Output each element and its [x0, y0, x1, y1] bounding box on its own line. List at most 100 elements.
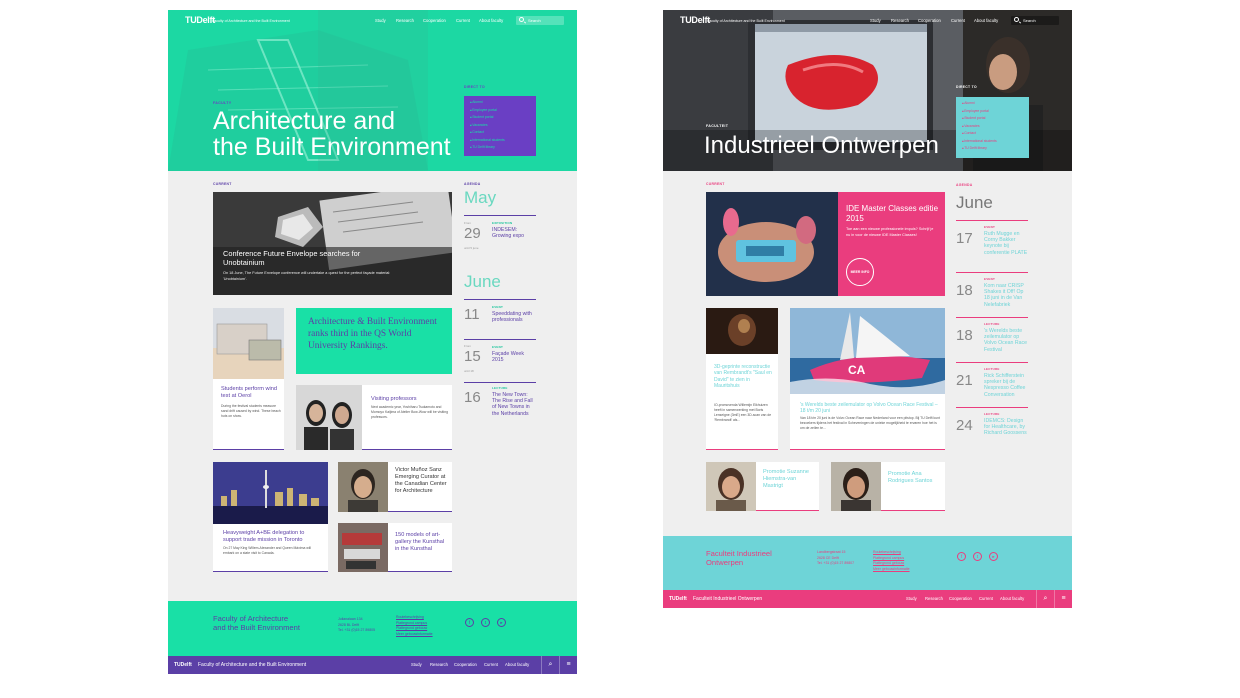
news-title: 150 models of art-gallery the Kunsthal i… — [395, 532, 445, 552]
twitter-icon[interactable]: t — [481, 618, 490, 627]
event-type: EXPOSITION — [492, 221, 513, 225]
search-icon[interactable]: ⌕ — [1036, 590, 1054, 608]
direct-link[interactable]: International students — [962, 139, 1023, 143]
direct-link[interactable]: Employee portal — [962, 109, 1023, 113]
footer-nav-about[interactable]: About faculty — [505, 662, 529, 667]
industrial-design-page: TUDelft Faculty of Architecture and the … — [663, 10, 1072, 608]
footer-nav-study[interactable]: Study — [411, 662, 422, 667]
news-card-toronto[interactable]: Heavyweight A+BE delegation to support t… — [213, 462, 328, 572]
direct-link[interactable]: Alumni — [470, 100, 530, 104]
footer-logo[interactable]: TUDelft — [669, 596, 687, 602]
footer-link[interactable]: Meer gebouwinformatie — [396, 632, 433, 638]
news-card-promotion-2[interactable]: Promotie Ana Rodrigues Santos — [831, 462, 945, 511]
faculty-name: Faculty of Architecture and the Built En… — [707, 19, 785, 23]
more-info-button[interactable]: MEER INFO — [846, 258, 874, 286]
direct-link[interactable]: Employee portal — [470, 108, 530, 112]
direct-link[interactable]: Contact — [962, 131, 1023, 135]
menu-icon[interactable]: ≡ — [1054, 590, 1072, 608]
facebook-icon[interactable]: f — [465, 618, 474, 627]
feature-card[interactable]: IDE Master Classes editie 2015 Toe aan e… — [706, 192, 945, 296]
agenda-event[interactable]: 18 LECTURE 's Werelds beste zeilemulator… — [956, 317, 1028, 360]
nav-cooperation[interactable]: Cooperation — [423, 18, 446, 23]
footer-nav-cooperation[interactable]: Cooperation — [949, 596, 972, 601]
twitter-icon[interactable]: t — [973, 552, 982, 561]
direct-link[interactable]: Student portal — [962, 116, 1023, 120]
ranking-card[interactable]: Architecture & Built Environment ranks t… — [296, 308, 452, 374]
ana-photo — [831, 462, 881, 511]
news-card-wind[interactable]: Students perform wind test at Oerol Duri… — [213, 308, 284, 450]
menu-icon[interactable]: ≡ — [559, 656, 577, 674]
agenda-month-june: June — [464, 272, 501, 291]
search-input[interactable]: Search — [1011, 16, 1059, 25]
event-title: Kom naar CRISP Shakes it Off! Op 18 juni… — [984, 283, 1024, 308]
facebook-icon[interactable]: f — [957, 552, 966, 561]
footer-nav-current[interactable]: Current — [484, 662, 498, 667]
direct-link[interactable]: Contact — [470, 130, 530, 134]
nav-study[interactable]: Study — [870, 18, 881, 23]
direct-link[interactable]: Vacancies — [470, 123, 530, 127]
agenda-event[interactable]: 16 LECTURE The New Town: The Rise and Fa… — [464, 382, 536, 427]
title-line: Architecture and — [213, 107, 396, 135]
agenda-event[interactable]: 24 LECTURE IDEMCS: Design for Healthcare… — [956, 407, 1028, 450]
nav-research[interactable]: Research — [396, 18, 414, 23]
news-card-promotion-1[interactable]: Promotie Suzanne Hiemstra-van Mastrigt — [706, 462, 819, 511]
nav-cooperation[interactable]: Cooperation — [918, 18, 941, 23]
event-type: LECTURE — [984, 412, 1000, 416]
event-title: The New Town: The Rise and Fall of New T… — [492, 392, 533, 417]
footer-nav-current[interactable]: Current — [979, 596, 993, 601]
footer-nav-cooperation[interactable]: Cooperation — [454, 662, 477, 667]
footer-title: Faculteit Industrieel Ontwerpen — [706, 549, 772, 567]
agenda-event[interactable]: From 29 until 5 june EXPOSITION INDESEM:… — [464, 215, 536, 255]
faculty-name: Faculty of Architecture and the Built En… — [212, 19, 290, 23]
nav-study[interactable]: Study — [375, 18, 386, 23]
news-title: Promotie Ana Rodrigues Santos — [888, 471, 933, 484]
hero-banner: TUDelft Faculty of Architecture and the … — [663, 10, 1072, 171]
models-image — [338, 523, 388, 572]
footer-link[interactable]: Meer gebouwinformatie — [873, 567, 910, 573]
youtube-icon[interactable]: ▸ — [497, 618, 506, 627]
news-card-curator[interactable]: Victor Muñoz Sanz Emerging Curator at th… — [338, 462, 452, 512]
event-title: INDESEM: Growing expo — [492, 227, 525, 240]
nav-current[interactable]: Current — [456, 18, 470, 23]
footer-nav-research[interactable]: Research — [430, 662, 448, 667]
tudelft-logo[interactable]: TUDelft — [185, 15, 215, 25]
news-card-models[interactable]: 150 models of art-gallery the Kunsthal i… — [338, 523, 452, 572]
direct-link[interactable]: Vacancies — [962, 124, 1023, 128]
news-card-visiting[interactable]: Visiting professors Next academic year, … — [296, 385, 452, 450]
direct-link[interactable]: Alumni — [962, 101, 1023, 105]
footer-link[interactable]: Plattegrond gebouw — [873, 561, 910, 567]
footer-link[interactable]: Plattegrond gebouw — [396, 626, 433, 632]
nav-research[interactable]: Research — [891, 18, 909, 23]
direct-link[interactable]: TU Delft library — [962, 146, 1023, 150]
event-day: 15 — [464, 348, 481, 365]
sailing-boat-image: CA — [790, 308, 945, 394]
event-until: until 5 june — [464, 246, 479, 250]
agenda-event[interactable]: 11 EVENT Speeddating with professionals — [464, 299, 536, 335]
event-day: 24 — [956, 417, 973, 434]
nav-about[interactable]: About faculty — [479, 18, 503, 23]
youtube-icon[interactable]: ▸ — [989, 552, 998, 561]
footer-logo[interactable]: TUDelft — [174, 662, 192, 668]
event-day: 18 — [956, 282, 973, 299]
direct-link[interactable]: Student portal — [470, 115, 530, 119]
agenda-event[interactable]: 18 EVENT Kom naar CRISP Shakes it Off! O… — [956, 272, 1028, 315]
tudelft-logo[interactable]: TUDelft — [680, 15, 710, 25]
search-icon[interactable]: ⌕ — [541, 656, 559, 674]
news-title: Victor Muñoz Sanz Emerging Curator at th… — [395, 467, 447, 494]
footer-nav-about[interactable]: About faculty — [1000, 596, 1024, 601]
footer-nav-study[interactable]: Study — [906, 596, 917, 601]
agenda-event[interactable]: From 15 until 18 EVENT Façade Week 2015 — [464, 339, 536, 379]
footer-bar: TUDelft Faculty of Architecture and the … — [168, 656, 577, 674]
agenda-event[interactable]: 17 EVENT Ruth Mugge en Corny Bakker keyn… — [956, 220, 1028, 268]
search-input[interactable]: Search — [516, 16, 564, 25]
direct-link[interactable]: International students — [470, 138, 530, 142]
direct-link[interactable]: TU Delft library — [470, 145, 530, 149]
news-card-volvo[interactable]: CA 's Werelds beste zeilemulator op Volv… — [790, 308, 945, 450]
footer-nav-research[interactable]: Research — [925, 596, 943, 601]
news-card-rembrandt[interactable]: 3D-geprinte reconstructie van Rembrandt'… — [706, 308, 778, 450]
feature-card[interactable]: Conference Future Envelope searches for … — [213, 192, 452, 295]
agenda-event[interactable]: 21 LECTURE Rick Schifferstein spreker bi… — [956, 362, 1028, 405]
footer-bar: TUDelft Faculteit Industrieel Ontwerpen … — [663, 590, 1072, 608]
nav-current[interactable]: Current — [951, 18, 965, 23]
nav-about[interactable]: About faculty — [974, 18, 998, 23]
